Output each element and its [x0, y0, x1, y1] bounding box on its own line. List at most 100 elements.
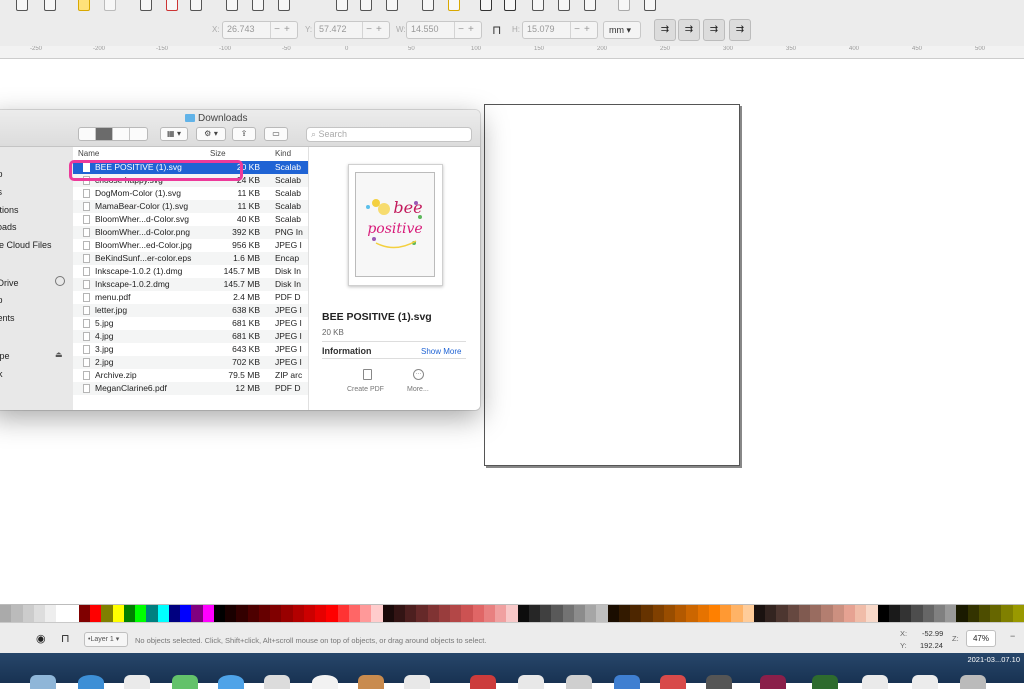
color-swatch[interactable]	[22, 605, 34, 623]
zoom-field[interactable]: 47%	[966, 630, 996, 647]
units-select[interactable]: mm ▾	[603, 21, 641, 39]
color-swatch[interactable]	[303, 605, 315, 623]
color-swatch[interactable]	[258, 605, 270, 623]
color-swatch[interactable]	[11, 605, 23, 623]
y-field[interactable]: 57.472 −+	[314, 21, 390, 39]
color-swatch[interactable]	[157, 605, 169, 623]
create-pdf-icon[interactable]	[363, 369, 372, 380]
color-swatch[interactable]	[416, 605, 428, 623]
color-swatch[interactable]	[843, 605, 855, 623]
file-row[interactable]: menu.pdf 2.4 MB PDF D	[73, 291, 308, 304]
color-swatch[interactable]	[191, 605, 203, 623]
sidebar-item-inkscape-volume[interactable]: cape	[0, 351, 10, 361]
create-pdf-label[interactable]: Create PDF	[347, 386, 384, 393]
group-by-button[interactable]: ▦ ▾	[160, 127, 188, 141]
scale-corners-icon[interactable]: ⇉	[678, 19, 700, 41]
color-swatch[interactable]	[360, 605, 372, 623]
file-row[interactable]: Archive.zip 79.5 MB ZIP arc	[73, 369, 308, 382]
color-swatch[interactable]	[506, 605, 518, 623]
sidebar-item-documents[interactable]: ments	[0, 313, 15, 323]
color-swatch[interactable]	[45, 605, 57, 623]
color-swatch[interactable]	[652, 605, 664, 623]
color-swatch[interactable]	[877, 605, 889, 623]
group-icon[interactable]	[422, 0, 434, 11]
color-swatch[interactable]	[742, 605, 754, 623]
color-swatch[interactable]	[292, 605, 304, 623]
color-swatch[interactable]	[540, 605, 552, 623]
open-icon[interactable]	[44, 0, 56, 11]
action-menu-button[interactable]: ⚙ ▾	[196, 127, 226, 141]
sidebar-item-network[interactable]: ork	[0, 369, 3, 379]
color-swatch[interactable]	[663, 605, 675, 623]
color-swatch[interactable]	[450, 605, 462, 623]
preferences-icon[interactable]	[618, 0, 630, 11]
color-swatch[interactable]	[0, 605, 12, 623]
move-patterns-icon[interactable]: ⇉	[729, 19, 751, 41]
mail-dock-icon[interactable]	[124, 675, 150, 689]
color-swatch[interactable]	[123, 605, 135, 623]
column-header-name[interactable]: Name	[78, 147, 99, 160]
color-swatch[interactable]	[112, 605, 124, 623]
color-swatch[interactable]	[382, 605, 394, 623]
color-swatch[interactable]	[528, 605, 540, 623]
color-swatch[interactable]	[202, 605, 214, 623]
file-row[interactable]: BloomWher...d-Color.png 392 KB PNG In	[73, 226, 308, 239]
document-page[interactable]	[484, 104, 740, 466]
file-row[interactable]: DogMom-Color (1).svg 11 KB Scalab	[73, 187, 308, 200]
color-swatch[interactable]	[67, 605, 79, 623]
color-swatch[interactable]	[1012, 605, 1024, 623]
calendar-dock-icon[interactable]	[404, 675, 430, 689]
color-swatch[interactable]	[326, 605, 338, 623]
color-swatch[interactable]	[135, 605, 147, 623]
terminal-dock-icon[interactable]	[706, 675, 732, 689]
color-swatch[interactable]	[461, 605, 473, 623]
eye-visibility-icon[interactable]: ◉	[36, 632, 46, 645]
color-swatch[interactable]	[810, 605, 822, 623]
finder-dock-icon[interactable]	[30, 675, 56, 689]
color-swatch[interactable]	[517, 605, 529, 623]
color-swatch[interactable]	[146, 605, 158, 623]
undo-icon[interactable]	[78, 0, 90, 11]
eject-icon[interactable]: ⏏	[55, 350, 63, 359]
creative-cloud-dock-icon[interactable]	[760, 675, 786, 689]
color-swatch[interactable]	[596, 605, 608, 623]
more-label[interactable]: More...	[407, 386, 429, 393]
chrome-dock-icon[interactable]	[312, 675, 338, 689]
file-row[interactable]: letter.jpg 638 KB JPEG I	[73, 304, 308, 317]
color-swatch[interactable]	[978, 605, 990, 623]
color-swatch[interactable]	[731, 605, 743, 623]
color-swatch[interactable]	[945, 605, 957, 623]
share-button[interactable]: ⇪	[232, 127, 256, 141]
color-swatch[interactable]	[573, 605, 585, 623]
height-stepper[interactable]: −+	[570, 22, 597, 38]
column-header-kind[interactable]: Kind	[275, 147, 291, 160]
zoom-stepper[interactable]: −	[1010, 631, 1015, 641]
color-swatch[interactable]	[405, 605, 417, 623]
color-swatch[interactable]	[832, 605, 844, 623]
lock-icon[interactable]: ⊓	[492, 23, 501, 37]
width-field[interactable]: 14.550 −+	[406, 21, 482, 39]
ungroup-icon[interactable]	[448, 0, 460, 11]
redo-icon[interactable]	[104, 0, 116, 11]
color-swatch[interactable]	[90, 605, 102, 623]
y-stepper[interactable]: −+	[362, 22, 389, 38]
color-swatch[interactable]	[236, 605, 248, 623]
color-swatch[interactable]	[888, 605, 900, 623]
list-view-icon[interactable]	[96, 128, 113, 140]
reminders-dock-icon[interactable]	[518, 675, 544, 689]
x-stepper[interactable]: −+	[270, 22, 297, 38]
color-swatch[interactable]	[990, 605, 1002, 623]
color-swatch[interactable]	[213, 605, 225, 623]
color-swatch[interactable]	[78, 605, 90, 623]
new-document-icon[interactable]	[16, 0, 28, 11]
scale-stroke-icon[interactable]: ⇉	[654, 19, 676, 41]
show-more-link[interactable]: Show More	[421, 347, 461, 356]
color-swatch[interactable]	[866, 605, 878, 623]
color-swatch[interactable]	[922, 605, 934, 623]
sidebar-item-recents[interactable]: nts	[0, 187, 2, 197]
search-field[interactable]: ⌕ Search	[306, 127, 472, 142]
clone-icon[interactable]	[360, 0, 372, 11]
file-row[interactable]: 5.jpg 681 KB JPEG I	[73, 317, 308, 330]
color-swatch[interactable]	[798, 605, 810, 623]
document-properties-icon[interactable]	[584, 0, 596, 11]
